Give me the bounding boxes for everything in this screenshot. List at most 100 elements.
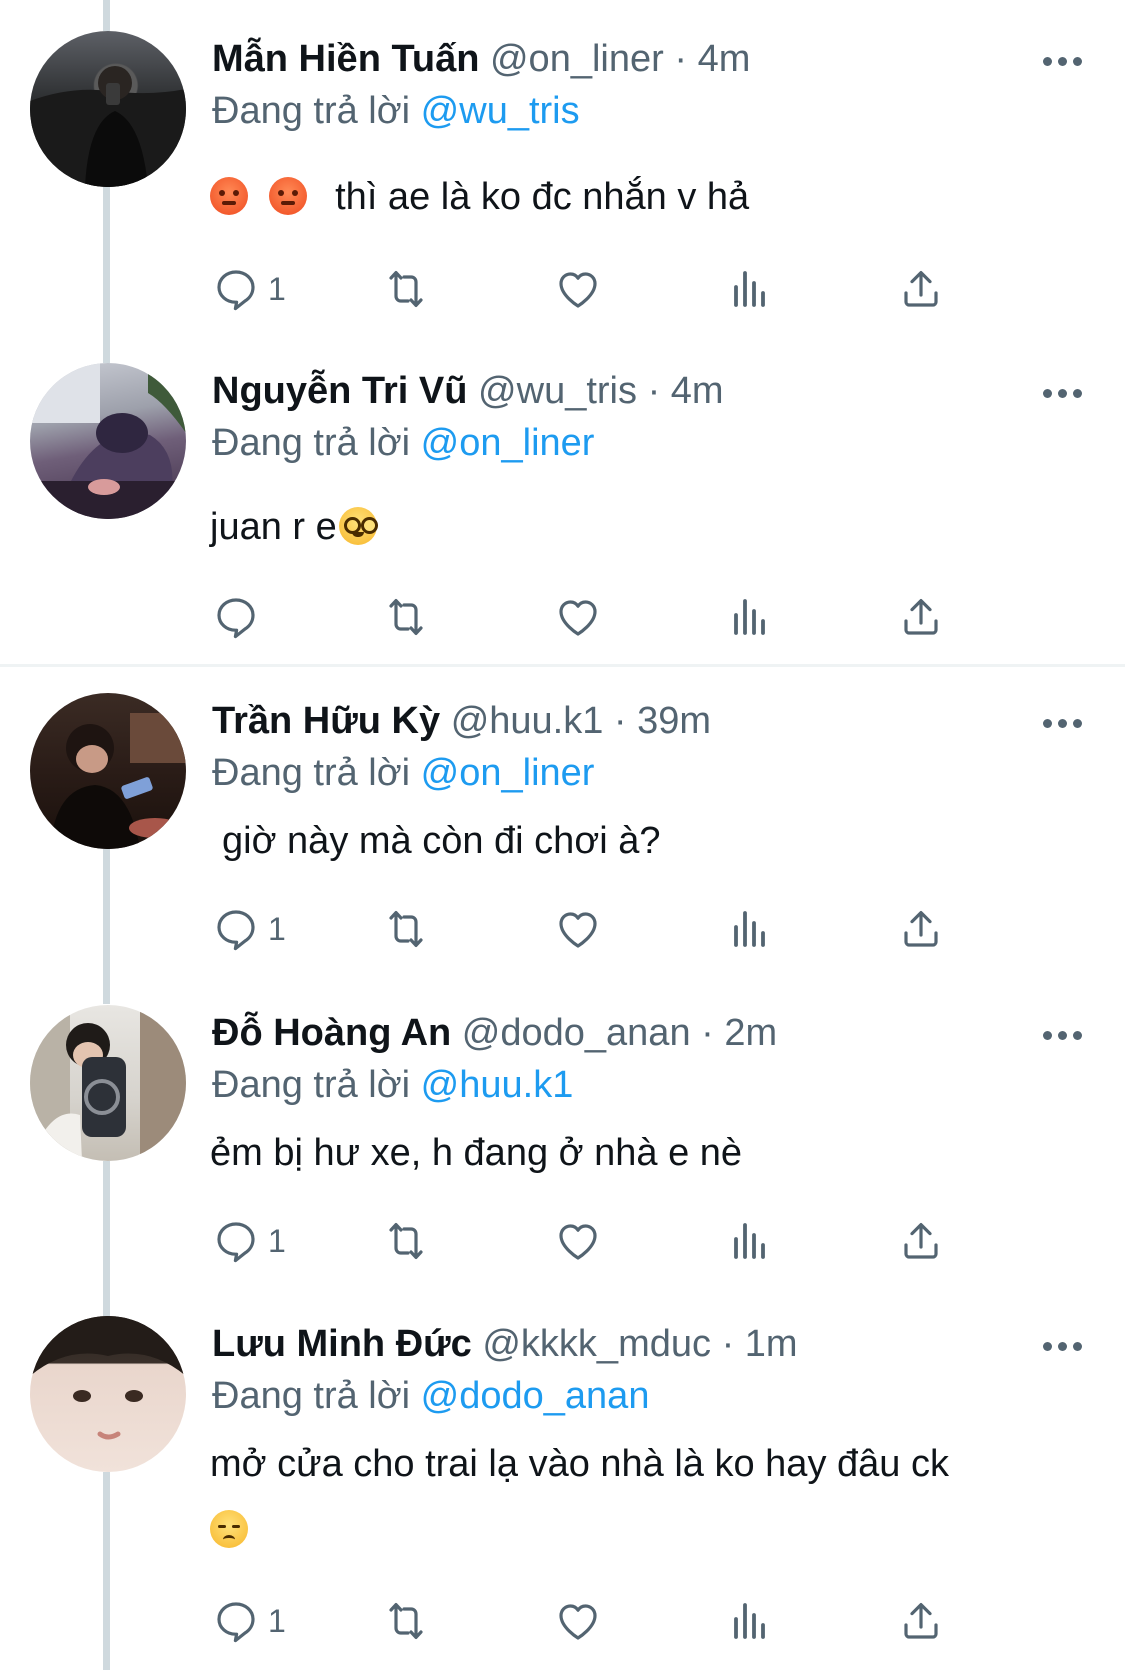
tweet-header: Mẫn Hiền Tuấn @on_liner · 4m [212, 35, 1025, 83]
author-name[interactable]: Đỗ Hoàng An [212, 1012, 451, 1054]
reply-count: 1 [268, 910, 286, 947]
tweet-header: Nguyễn Tri Vũ @wu_tris · 4m [212, 367, 1025, 415]
views-icon [734, 271, 765, 307]
mention-link[interactable]: @wu_tris [421, 90, 580, 132]
timestamp[interactable]: 39m [637, 700, 711, 742]
tweet-text: ẻm bị hư xe, h đang ở nhà e nè [210, 1129, 742, 1177]
like-button[interactable] [554, 904, 602, 954]
share-button[interactable] [897, 264, 945, 314]
replying-to: Đang trả lời @dodo_anan [212, 1372, 649, 1420]
like-button[interactable] [554, 1596, 602, 1646]
avatar[interactable] [30, 693, 186, 849]
views-icon [734, 1603, 765, 1639]
mention-link[interactable]: @huu.k1 [421, 1064, 574, 1106]
views-button[interactable] [726, 1596, 774, 1646]
more-icon[interactable] [1043, 719, 1083, 729]
retweet-button[interactable] [382, 1216, 430, 1266]
replying-to: Đang trả lời @on_liner [212, 419, 594, 467]
views-button[interactable] [726, 592, 774, 642]
retweet-button[interactable] [382, 1596, 430, 1646]
tweet-header: Trần Hữu Kỳ @huu.k1 · 39m [212, 697, 1025, 745]
tweet-text-line-2 [210, 1506, 248, 1554]
reply-icon [217, 270, 255, 311]
action-bar: 1 [212, 1216, 1012, 1266]
action-bar [212, 592, 1012, 642]
tweet-text: giờ này mà còn đi chơi à? [222, 817, 661, 865]
avatar[interactable] [30, 1316, 186, 1472]
retweet-button[interactable] [382, 592, 430, 642]
reply-button[interactable]: 1 [212, 1216, 286, 1266]
mention-link[interactable]: @dodo_anan [421, 1375, 650, 1417]
author-name[interactable]: Mẫn Hiền Tuấn [212, 38, 479, 80]
author-handle[interactable]: @wu_tris [478, 370, 637, 412]
author-name[interactable]: Nguyễn Tri Vũ [212, 370, 467, 412]
timestamp[interactable]: 4m [698, 38, 751, 80]
share-button[interactable] [897, 904, 945, 954]
views-button[interactable] [726, 264, 774, 314]
share-icon [904, 911, 938, 947]
reply-count: 1 [268, 1602, 286, 1639]
share-icon [904, 271, 938, 307]
retweet-icon [389, 1223, 423, 1259]
share-button[interactable] [897, 1596, 945, 1646]
retweet-icon [389, 599, 423, 635]
tweet-header: Đỗ Hoàng An @dodo_anan · 2m [212, 1009, 1025, 1057]
disappointed-face-icon [210, 1510, 248, 1548]
action-bar: 1 [212, 264, 1012, 314]
author-handle[interactable]: @huu.k1 [451, 700, 604, 742]
author-handle[interactable]: @on_liner [490, 38, 664, 80]
tweet-text: juan r e [210, 503, 377, 551]
share-button[interactable] [897, 592, 945, 642]
heart-icon [559, 600, 597, 636]
avatar[interactable] [30, 31, 186, 187]
tweet[interactable]: Lưu Minh Đức @kkkk_mduc · 1m Đang trả lờ… [0, 1316, 1125, 1670]
retweet-button[interactable] [382, 264, 430, 314]
timestamp[interactable]: 2m [724, 1012, 777, 1054]
timestamp[interactable]: 4m [671, 370, 724, 412]
author-name[interactable]: Trần Hữu Kỳ [212, 700, 440, 742]
reply-button[interactable]: 1 [212, 264, 286, 314]
views-button[interactable] [726, 904, 774, 954]
reply-button[interactable]: 1 [212, 904, 286, 954]
tweet-text-content: juan r e [210, 506, 337, 548]
replying-to: Đang trả lời @huu.k1 [212, 1061, 573, 1109]
more-icon[interactable] [1043, 1031, 1083, 1041]
more-icon[interactable] [1043, 57, 1083, 67]
heart-icon [559, 912, 597, 948]
tweet-text-content: ẻm bị hư xe, h đang ở nhà e nè [210, 1132, 743, 1174]
avatar[interactable] [30, 363, 186, 519]
separator-dot: · [701, 1012, 714, 1054]
author-name[interactable]: Lưu Minh Đức [212, 1323, 472, 1365]
share-icon [904, 1603, 938, 1639]
reply-thread: Mẫn Hiền Tuấn @on_liner · 4m Đang trả lờ… [0, 0, 1125, 1670]
tweet[interactable]: Trần Hữu Kỳ @huu.k1 · 39m Đang trả lời @… [0, 693, 1125, 993]
timestamp[interactable]: 1m [745, 1323, 798, 1365]
like-button[interactable] [554, 1216, 602, 1266]
retweet-button[interactable] [382, 904, 430, 954]
tweet-text: thì ae là ko đc nhắn v hả [210, 173, 749, 221]
more-icon[interactable] [1043, 389, 1083, 399]
mention-link[interactable]: @on_liner [421, 422, 595, 464]
share-button[interactable] [897, 1216, 945, 1266]
reply-button[interactable]: 1 [212, 1596, 286, 1646]
author-handle[interactable]: @kkkk_mduc [482, 1323, 711, 1365]
mention-link[interactable]: @on_liner [421, 752, 595, 794]
like-button[interactable] [554, 592, 602, 642]
replying-to-label: Đang trả lời [212, 422, 411, 464]
heart-icon [559, 1224, 597, 1260]
tweet[interactable]: Mẫn Hiền Tuấn @on_liner · 4m Đang trả lờ… [0, 31, 1125, 331]
reply-button[interactable] [212, 592, 268, 642]
more-icon[interactable] [1043, 1342, 1083, 1352]
author-handle[interactable]: @dodo_anan [462, 1012, 691, 1054]
heart-icon [559, 1604, 597, 1640]
views-button[interactable] [726, 1216, 774, 1266]
avatar-photo [50, 713, 186, 849]
reply-icon [217, 910, 255, 951]
reply-icon [217, 598, 255, 639]
avatar[interactable] [30, 1005, 186, 1161]
like-button[interactable] [554, 264, 602, 314]
separator-dot: · [721, 1323, 735, 1365]
tweet-text-content: mở cửa cho trai lạ vào nhà là ko hay đâu… [210, 1443, 949, 1485]
tweet[interactable]: Đỗ Hoàng An @dodo_anan · 2m Đang trả lời… [0, 1005, 1125, 1305]
tweet[interactable]: Nguyễn Tri Vũ @wu_tris · 4m Đang trả lời… [0, 363, 1125, 663]
